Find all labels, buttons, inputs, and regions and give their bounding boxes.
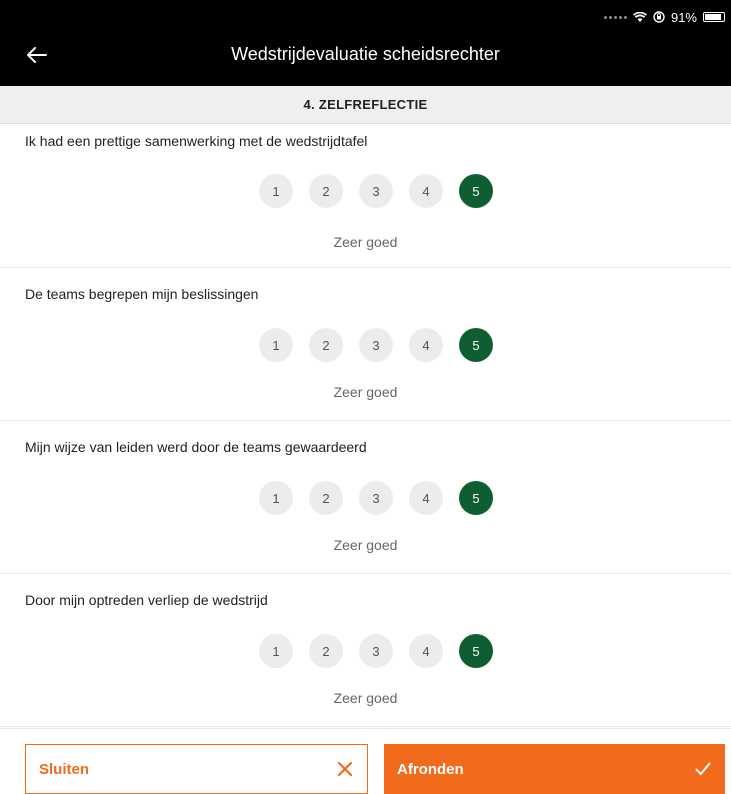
rating-caption: Zeer goed (333, 384, 398, 400)
rating-option-2[interactable]: 2 (309, 481, 343, 515)
rating-scale: 12345 (259, 634, 493, 668)
question-item: Mijn wijze van leiden werd door de teams… (0, 421, 731, 574)
rating-option-3[interactable]: 3 (359, 328, 393, 362)
rating-option-2[interactable]: 2 (309, 174, 343, 208)
rating-caption: Zeer goed (333, 537, 398, 553)
status-bar: 91% (603, 8, 725, 26)
rating-option-1[interactable]: 1 (259, 328, 293, 362)
rating-option-4[interactable]: 4 (409, 481, 443, 515)
footer-bar: Sluiten Afronden (0, 728, 731, 794)
close-icon (337, 761, 353, 777)
signal-icon (603, 15, 627, 19)
rating-scale: 12345 (259, 328, 493, 362)
section-header: 4. ZELFREFLECTIE (0, 86, 731, 124)
app-header: 91% Wedstrijdevaluatie scheidsrechter (0, 0, 731, 86)
close-button-label: Sluiten (39, 760, 90, 778)
question-list: Ik had een prettige samenwerking met de … (0, 124, 731, 727)
rating-option-5[interactable]: 5 (459, 174, 493, 208)
rating-option-4[interactable]: 4 (409, 328, 443, 362)
question-item: Ik had een prettige samenwerking met de … (0, 124, 731, 268)
question-item: Door mijn optreden verliep de wedstrijd 1… (0, 574, 731, 727)
rating-caption: Zeer goed (333, 690, 398, 706)
close-button[interactable]: Sluiten (25, 744, 368, 794)
rating-scale: 12345 (259, 481, 493, 515)
rating-option-2[interactable]: 2 (309, 634, 343, 668)
question-text: Ik had een prettige samenwerking met de … (25, 133, 368, 149)
rating-option-2[interactable]: 2 (309, 328, 343, 362)
rating-option-3[interactable]: 3 (359, 634, 393, 668)
checkmark-icon (695, 762, 711, 775)
rating-caption: Zeer goed (333, 234, 398, 250)
rating-option-1[interactable]: 1 (259, 634, 293, 668)
rating-option-1[interactable]: 1 (259, 481, 293, 515)
finish-button[interactable]: Afronden (384, 744, 725, 794)
rating-option-1[interactable]: 1 (259, 174, 293, 208)
rating-option-4[interactable]: 4 (409, 174, 443, 208)
page-title: Wedstrijdevaluatie scheidsrechter (231, 44, 500, 64)
rating-option-3[interactable]: 3 (359, 174, 393, 208)
question-text: De teams begrepen mijn beslissingen (25, 286, 259, 302)
question-text: Mijn wijze van leiden werd door de teams… (25, 439, 367, 455)
rotation-lock-icon (653, 11, 665, 23)
rating-option-5[interactable]: 5 (459, 634, 493, 668)
rating-option-5[interactable]: 5 (459, 328, 493, 362)
question-item: De teams begrepen mijn beslissingen 1 2 3 4 5… (0, 268, 731, 421)
question-text: Door mijn optreden verliep de wedstrijd (25, 592, 268, 608)
rating-option-5[interactable]: 5 (459, 481, 493, 515)
battery-percentage: 91% (670, 9, 697, 25)
rating-option-3[interactable]: 3 (359, 481, 393, 515)
finish-button-label: Afronden (397, 760, 464, 778)
battery-icon (703, 12, 725, 22)
wifi-icon (632, 11, 647, 23)
rating-option-4[interactable]: 4 (409, 634, 443, 668)
rating-scale: 12345 (259, 174, 493, 208)
